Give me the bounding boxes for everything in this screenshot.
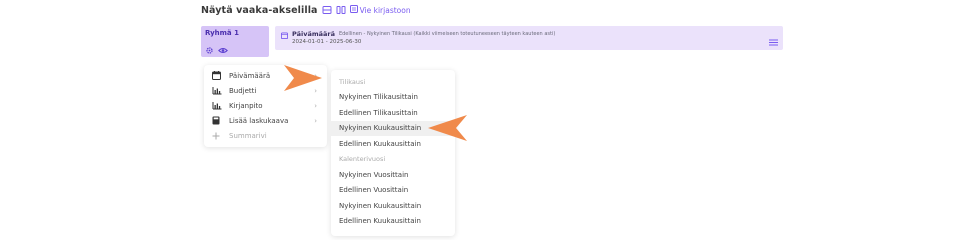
- toolbar: Näytä vaaka-akselilla Vie kirjastoon: [201, 3, 411, 17]
- option-current-year-by-year[interactable]: Nykyinen Vuosittain: [331, 167, 455, 183]
- chevron-right-icon: ›: [314, 101, 317, 110]
- menu-item-summary-row[interactable]: Summarivi: [204, 128, 327, 143]
- menu-item-label: Kirjanpito: [229, 101, 263, 110]
- menu-item-label: Lisää laskukaava: [229, 116, 289, 125]
- pointer-arrow-left-icon: [428, 115, 467, 141]
- chart-icon: [212, 86, 224, 95]
- rows-icon[interactable]: [322, 5, 332, 15]
- section-header-fiscal-year: Tilikausi: [339, 77, 366, 86]
- menu-item-add-formula[interactable]: Lisää laskukaava ›: [204, 113, 327, 128]
- settings-icon[interactable]: [205, 40, 214, 59]
- filter-label: Päivämäärä: [292, 29, 335, 38]
- calendar-icon: [212, 71, 224, 80]
- eye-icon[interactable]: [218, 40, 228, 59]
- section-header-calendar-year: Kalenterivuosi: [339, 155, 386, 164]
- filter-description: Edellinen - Nykyinen Tilikausi (Kaikki v…: [338, 30, 556, 37]
- option-previous-year-by-year[interactable]: Edellinen Vuosittain: [331, 183, 455, 199]
- chart-icon: [212, 101, 224, 110]
- columns-icon[interactable]: [336, 5, 346, 15]
- pointer-arrow-right-icon: [284, 65, 322, 91]
- filter-date-range: 2024-01-01 - 2025-06-30: [292, 39, 362, 45]
- export-to-library-link[interactable]: Vie kirjastoon: [349, 5, 411, 15]
- option-previous-year-by-month[interactable]: Edellinen Kuukausittain: [331, 214, 455, 230]
- group-box[interactable]: Ryhmä 1: [201, 26, 269, 57]
- menu-item-label: Summarivi: [229, 131, 267, 140]
- chevron-right-icon: ›: [314, 116, 317, 125]
- date-filter-box[interactable]: Päivämäärä Edellinen - Nykyinen Tilikaus…: [275, 26, 783, 50]
- hamburger-menu-icon[interactable]: [769, 31, 778, 50]
- menu-item-accounting[interactable]: Kirjanpito ›: [204, 98, 327, 113]
- group-title: Ryhmä 1: [205, 29, 239, 37]
- option-current-fiscal-by-fiscal[interactable]: Nykyinen Tilikausittain: [331, 90, 455, 106]
- option-current-year-by-month[interactable]: Nykyinen Kuukausittain: [331, 198, 455, 214]
- axis-title: Näytä vaaka-akselilla: [201, 4, 318, 16]
- calendar-icon: [281, 24, 288, 43]
- calculator-icon: [212, 116, 224, 125]
- period-submenu: Tilikausi Nykyinen Tilikausittain Edelli…: [331, 70, 455, 236]
- export-label: Vie kirjastoon: [359, 5, 411, 15]
- library-icon: [349, 5, 358, 15]
- plus-icon: [212, 132, 224, 140]
